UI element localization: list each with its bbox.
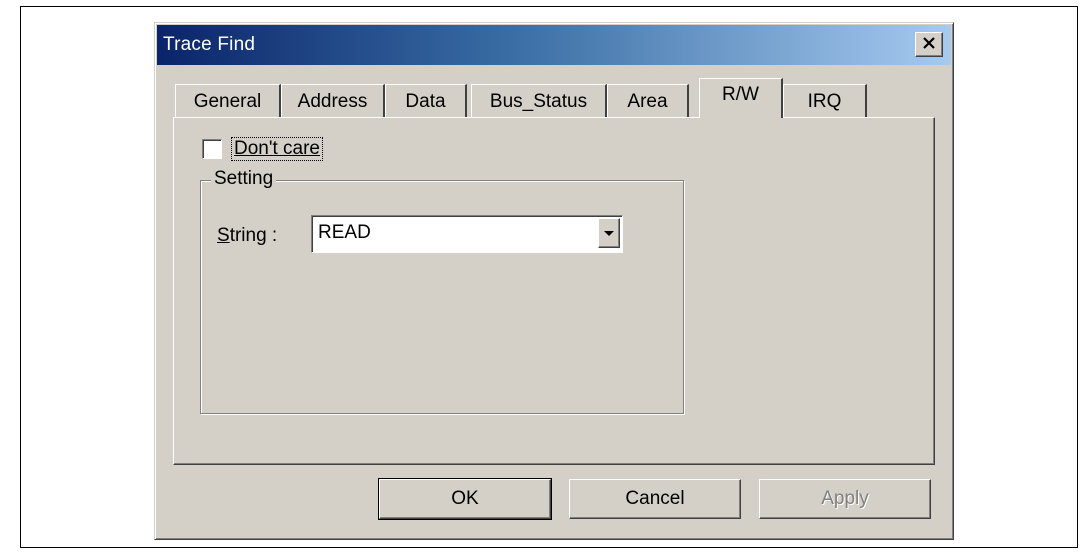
- apply-button-label: Apply: [821, 488, 869, 509]
- tab-strip: General Address Data Bus_Status Area R/W…: [175, 78, 895, 118]
- tab-data[interactable]: Data: [385, 84, 467, 118]
- title-bar[interactable]: Trace Find: [157, 25, 951, 65]
- setting-legend: Setting: [211, 168, 277, 190]
- ok-button[interactable]: OK: [378, 478, 552, 520]
- string-label: String :: [217, 225, 277, 247]
- tab-bus-status[interactable]: Bus_Status: [471, 84, 607, 118]
- string-label-text: tring :: [229, 225, 278, 246]
- string-label-mnemonic: S: [217, 225, 230, 246]
- tab-panel-rw: Don't care Setting String : READ: [173, 117, 935, 465]
- dont-care-checkbox[interactable]: [202, 139, 222, 159]
- tab-irq[interactable]: IRQ: [783, 84, 867, 118]
- tab-label: R/W: [722, 83, 759, 105]
- tab-label: Address: [297, 90, 368, 112]
- string-dropdown-button[interactable]: [598, 218, 620, 248]
- dont-care-label[interactable]: Don't care: [230, 137, 324, 161]
- tab-label: Bus_Status: [489, 90, 588, 112]
- string-combobox[interactable]: READ: [311, 215, 623, 253]
- tab-area[interactable]: Area: [607, 84, 689, 118]
- tab-label: Data: [405, 90, 446, 112]
- close-button[interactable]: [915, 32, 943, 57]
- cancel-button[interactable]: Cancel: [569, 479, 741, 519]
- tab-rw[interactable]: R/W: [699, 78, 783, 118]
- trace-find-dialog: Trace Find General Address Data Bus_Stat…: [154, 22, 954, 540]
- window-title: Trace Find: [163, 34, 256, 55]
- tab-general[interactable]: General: [175, 84, 281, 118]
- chevron-down-icon: [604, 230, 614, 236]
- tab-label: General: [193, 90, 262, 112]
- dont-care-row: Don't care: [202, 137, 324, 161]
- close-icon: [922, 36, 936, 54]
- apply-button[interactable]: Apply: [759, 479, 931, 519]
- setting-groupbox: Setting String : READ: [200, 168, 684, 414]
- string-combobox-value: READ: [318, 222, 371, 243]
- cancel-button-label: Cancel: [625, 488, 685, 509]
- tab-label: Area: [627, 90, 668, 112]
- tab-address[interactable]: Address: [281, 84, 385, 118]
- tab-label: IRQ: [807, 90, 842, 112]
- ok-button-label: OK: [451, 488, 479, 509]
